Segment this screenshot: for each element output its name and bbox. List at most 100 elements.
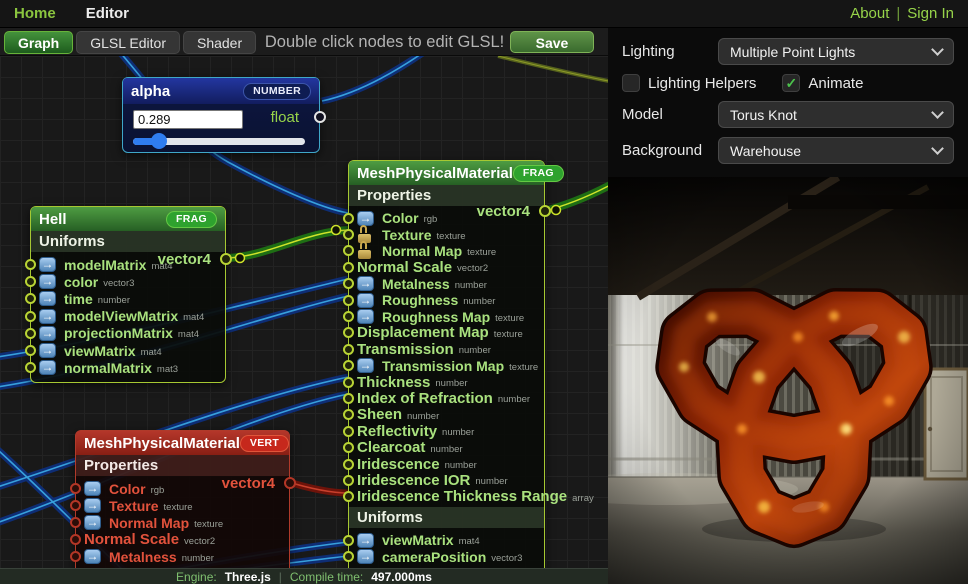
input-port[interactable] [70, 517, 81, 528]
nav-about[interactable]: About [850, 5, 889, 22]
tab-graph[interactable]: Graph [4, 31, 73, 54]
animate-checkbox[interactable]: ✓ [782, 74, 800, 92]
node-meshphysicalmaterial-frag[interactable]: MeshPhysicalMaterial FRAG Properties Col… [348, 160, 545, 568]
row-label: Color [109, 481, 146, 497]
input-port[interactable] [343, 278, 354, 289]
node-row: Sheen number [357, 407, 540, 423]
output-port[interactable] [539, 205, 551, 217]
input-port[interactable] [343, 393, 354, 404]
input-port[interactable] [343, 327, 354, 338]
node-row: Normal Scale vector2 [357, 259, 540, 275]
input-port[interactable] [25, 259, 36, 270]
model-select[interactable]: Torus Knot [718, 101, 954, 128]
row-type: number [435, 375, 467, 389]
input-port[interactable] [25, 362, 36, 373]
row-label: Transmission [357, 341, 454, 358]
animate-label: Animate [808, 75, 863, 92]
node-row: modelViewMatrix mat4 [39, 308, 221, 325]
node-hell[interactable]: Hell FRAG Uniforms modelMatrix mat4 [30, 206, 226, 383]
input-port[interactable] [343, 535, 354, 546]
input-port[interactable] [25, 328, 36, 339]
input-port[interactable] [343, 475, 354, 486]
input-port[interactable] [343, 360, 354, 371]
input-port[interactable] [25, 276, 36, 287]
row-label: normalMatrix [64, 360, 152, 376]
row-icon [357, 293, 374, 308]
row-icon [84, 481, 101, 496]
node-graph-canvas[interactable]: alpha NUMBER float [0, 56, 608, 568]
node-header[interactable]: MeshPhysicalMaterial FRAG [349, 161, 544, 185]
node-row: viewMatrix mat4 [39, 342, 221, 359]
input-port[interactable] [343, 213, 354, 224]
nav-sign-in[interactable]: Sign In [907, 5, 954, 22]
input-port[interactable] [343, 311, 354, 322]
slider-knob[interactable] [151, 133, 167, 149]
lighting-helpers-label: Lighting Helpers [648, 75, 756, 92]
row-type: texture [494, 326, 523, 340]
shader-3d-preview[interactable] [608, 177, 968, 584]
lighting-helpers-checkbox[interactable] [622, 74, 640, 92]
input-port[interactable] [25, 345, 36, 356]
input-port[interactable] [70, 534, 81, 545]
node-row: Metalness number [84, 548, 285, 565]
row-icon [84, 549, 101, 564]
node-alpha[interactable]: alpha NUMBER float [122, 77, 320, 153]
alpha-slider[interactable] [133, 138, 305, 145]
node-row: Index of Refraction number [357, 390, 540, 406]
input-port[interactable] [70, 500, 81, 511]
input-port[interactable] [343, 409, 354, 420]
node-row: Reflectivity number [357, 423, 540, 439]
nav-editor[interactable]: Editor [86, 5, 129, 22]
row-type: number [498, 391, 530, 405]
background-select[interactable]: Warehouse [718, 137, 954, 164]
tab-glsl-editor[interactable]: GLSL Editor [76, 31, 180, 54]
save-button[interactable]: Save [510, 31, 594, 53]
row-label: Normal Map [109, 515, 189, 531]
row-label: Iridescence Thickness Range [357, 488, 567, 505]
output-port[interactable] [220, 253, 232, 265]
input-port[interactable] [343, 491, 354, 502]
node-header[interactable]: Hell FRAG [31, 207, 225, 231]
input-port[interactable] [25, 311, 36, 322]
node-header[interactable]: MeshPhysicalMaterial VERT [76, 431, 289, 455]
input-port[interactable] [343, 551, 354, 562]
row-icon [39, 309, 56, 324]
node-header[interactable]: alpha NUMBER [123, 78, 319, 104]
input-port[interactable] [343, 377, 354, 388]
output-port[interactable] [314, 111, 326, 123]
row-icon [84, 515, 101, 530]
node-row: Texture texture [357, 226, 540, 242]
editor-tabbar: Graph GLSL Editor Shader Double click no… [0, 28, 608, 56]
uniform-rows: modelMatrix mat4 color vector3 [31, 252, 225, 378]
input-port[interactable] [343, 426, 354, 437]
tab-shader[interactable]: Shader [183, 31, 256, 54]
input-port[interactable] [70, 483, 81, 494]
nav-separator: | [896, 5, 900, 22]
input-port[interactable] [343, 442, 354, 453]
row-icon [357, 211, 374, 226]
input-port[interactable] [343, 245, 354, 256]
row-type: number [98, 292, 130, 306]
input-port[interactable] [343, 295, 354, 306]
row-label: Thickness [357, 374, 430, 391]
row-type: texture [467, 244, 496, 258]
node-row: color vector3 [39, 273, 221, 290]
row-label: Roughness Map [382, 309, 490, 325]
row-type: number [430, 441, 462, 455]
lighting-select[interactable]: Multiple Point Lights [718, 38, 954, 65]
input-port[interactable] [343, 344, 354, 355]
row-label: time [64, 291, 93, 307]
input-port[interactable] [343, 229, 354, 240]
input-port[interactable] [343, 262, 354, 273]
row-label: Iridescence [357, 456, 440, 473]
output-port[interactable] [284, 477, 296, 489]
row-label: Normal Map [382, 243, 462, 259]
row-type: texture [437, 228, 466, 242]
input-port[interactable] [25, 293, 36, 304]
alpha-value-input[interactable] [133, 110, 243, 129]
input-port[interactable] [343, 459, 354, 470]
row-label: Reflectivity [357, 423, 437, 440]
nav-home[interactable]: Home [14, 5, 56, 22]
node-meshphysicalmaterial-vert[interactable]: MeshPhysicalMaterial VERT Properties Col… [75, 430, 290, 568]
input-port[interactable] [70, 551, 81, 562]
